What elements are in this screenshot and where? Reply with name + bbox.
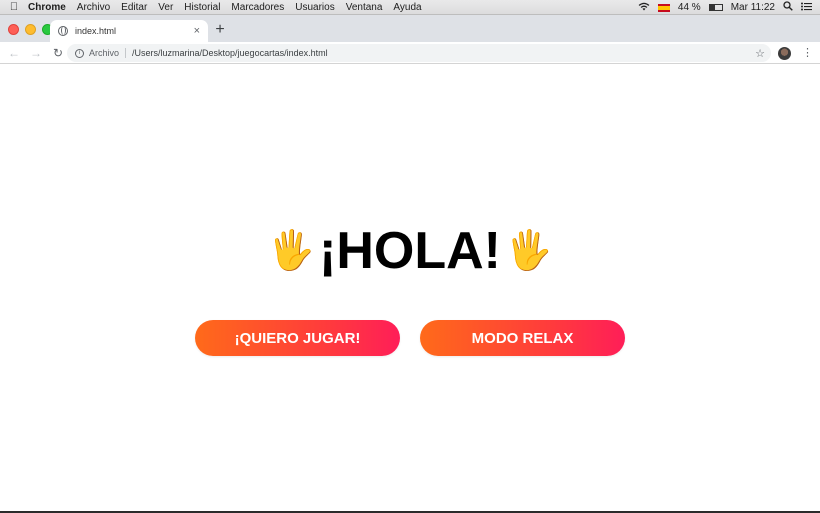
menu-ver[interactable]: Ver — [158, 2, 173, 13]
raised-hand-left-icon: 🖐 — [267, 230, 316, 272]
forward-button[interactable]: → — [28, 46, 44, 60]
back-button[interactable]: ← — [6, 46, 22, 60]
menu-historial[interactable]: Historial — [184, 2, 220, 13]
url-scheme-label: Archivo — [89, 48, 120, 58]
battery-percent[interactable]: 44 % — [678, 2, 701, 13]
minimize-window-button[interactable] — [25, 24, 36, 35]
bookmark-star-icon[interactable]: ☆ — [755, 47, 765, 60]
chrome-menu-icon[interactable]: ⋮ — [802, 46, 813, 60]
url-separator — [125, 48, 127, 58]
profile-avatar[interactable] — [778, 47, 791, 60]
greeting-heading: 🖐 ¡HOLA! 🖐 — [0, 223, 820, 279]
input-source-flag-icon[interactable] — [657, 3, 670, 12]
close-window-button[interactable] — [8, 24, 19, 35]
menu-bar-status-area: 44 % Mar 11:22 — [638, 0, 812, 15]
address-bar[interactable]: i Archivo /Users/luzmarina/Desktop/juego… — [67, 44, 771, 62]
menu-editar[interactable]: Editar — [121, 2, 147, 13]
menu-archivo[interactable]: Archivo — [77, 2, 110, 13]
menu-ventana[interactable]: Ventana — [346, 2, 383, 13]
menu-marcadores[interactable]: Marcadores — [231, 2, 284, 13]
url-text[interactable]: /Users/luzmarina/Desktop/juegocartas/ind… — [132, 48, 328, 58]
spotlight-search-icon[interactable] — [783, 1, 793, 14]
page-viewport: 🖐 ¡HOLA! 🖐 ¡QUIERO JUGAR! MODO RELAX — [0, 65, 820, 511]
browser-tab-strip: index.html × + — [0, 15, 820, 42]
globe-icon — [58, 26, 68, 36]
menu-app-name[interactable]: Chrome — [28, 2, 66, 13]
site-info-icon[interactable]: i — [75, 48, 84, 58]
menu-usuarios[interactable]: Usuarios — [295, 2, 334, 13]
reload-button[interactable]: ↻ — [50, 46, 66, 60]
menu-bar-clock[interactable]: Mar 11:22 — [731, 2, 775, 13]
raised-hand-right-icon: 🖐 — [504, 230, 553, 272]
new-tab-button[interactable]: + — [212, 21, 228, 39]
apple-menu-icon[interactable]:  — [0, 1, 28, 13]
notification-center-icon[interactable] — [801, 2, 812, 14]
browser-tab[interactable]: index.html × — [50, 20, 208, 42]
menu-ayuda[interactable]: Ayuda — [393, 2, 421, 13]
tab-close-icon[interactable]: × — [194, 25, 200, 37]
wifi-icon[interactable] — [638, 2, 650, 14]
relax-mode-button[interactable]: MODO RELAX — [420, 320, 625, 356]
window-controls — [8, 24, 53, 35]
tab-title: index.html — [75, 26, 117, 36]
greeting-title: ¡HOLA! — [319, 222, 501, 280]
browser-toolbar: ← → ↻ i Archivo /Users/luzmarina/Desktop… — [0, 42, 820, 64]
play-button[interactable]: ¡QUIERO JUGAR! — [195, 320, 400, 356]
macos-menu-bar:  Chrome Archivo Editar Ver Historial Ma… — [0, 0, 820, 15]
battery-icon[interactable] — [708, 4, 723, 11]
